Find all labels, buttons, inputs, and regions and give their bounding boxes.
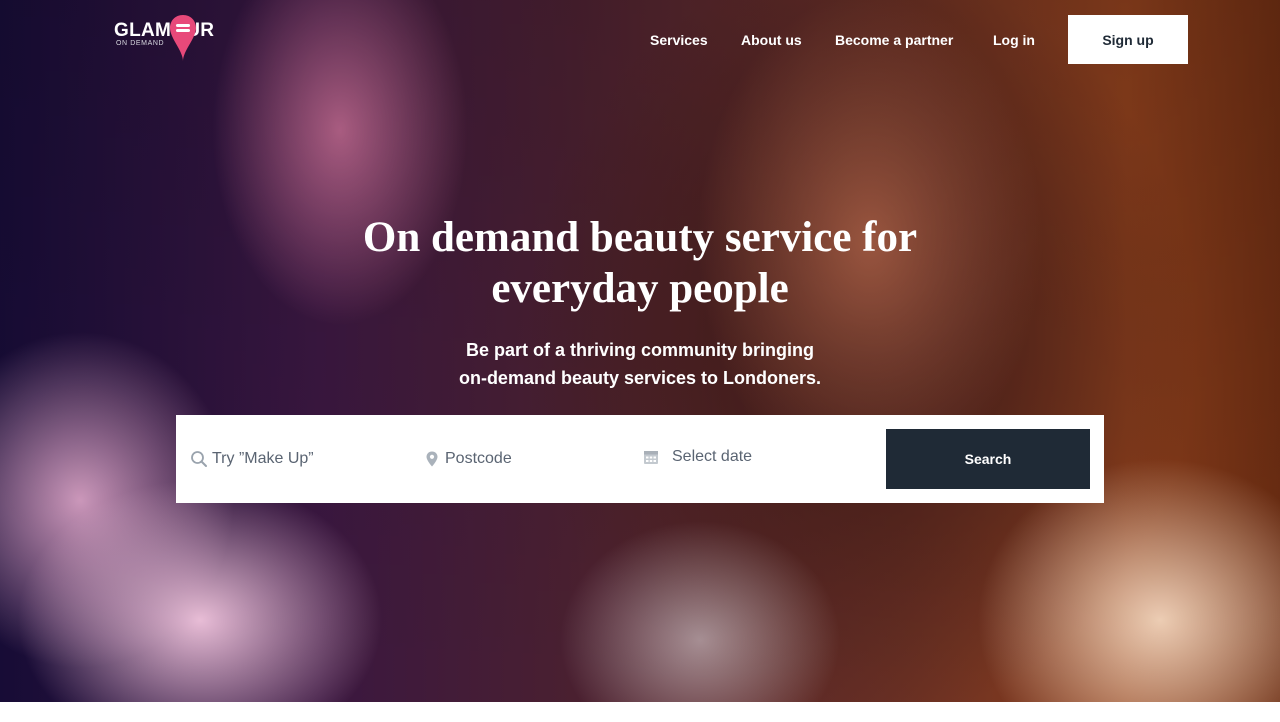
hero-headline: On demand beauty service for everyday pe… (290, 212, 990, 314)
brand-name: GLAMOUR (114, 20, 215, 41)
location-pin-icon (426, 451, 438, 467)
nav-link-become-partner[interactable]: Become a partner (835, 32, 953, 48)
hero-subheadline-line-1: Be part of a thriving community bringing (465, 340, 814, 360)
search-bar: Search (176, 415, 1104, 503)
location-pin-icon (170, 15, 196, 61)
brand-logo[interactable]: GLAMOUR ON DEMAND (114, 15, 224, 66)
postcode-input[interactable] (445, 450, 635, 468)
service-search-field (190, 444, 402, 474)
brand-tagline: ON DEMAND (116, 40, 165, 47)
hero-headline-line-2: everyday people (491, 265, 789, 312)
hero-subheadline-line-2: on-demand beauty services to Londoners. (458, 368, 822, 388)
date-input[interactable] (672, 448, 852, 466)
hero-headline-line-1: On demand beauty service for (362, 214, 918, 261)
postcode-field (423, 444, 635, 474)
hero-subheadline: Be part of a thriving community bringing… (390, 336, 890, 392)
nav-link-about-us[interactable]: About us (741, 32, 802, 48)
date-field (642, 442, 852, 472)
calendar-icon (644, 451, 658, 464)
search-button[interactable]: Search (886, 429, 1090, 489)
search-icon (191, 451, 207, 467)
nav-link-log-in[interactable]: Log in (993, 32, 1035, 48)
sign-up-button[interactable]: Sign up (1068, 15, 1188, 64)
nav-link-services[interactable]: Services (650, 32, 708, 48)
service-search-input[interactable] (212, 450, 402, 468)
